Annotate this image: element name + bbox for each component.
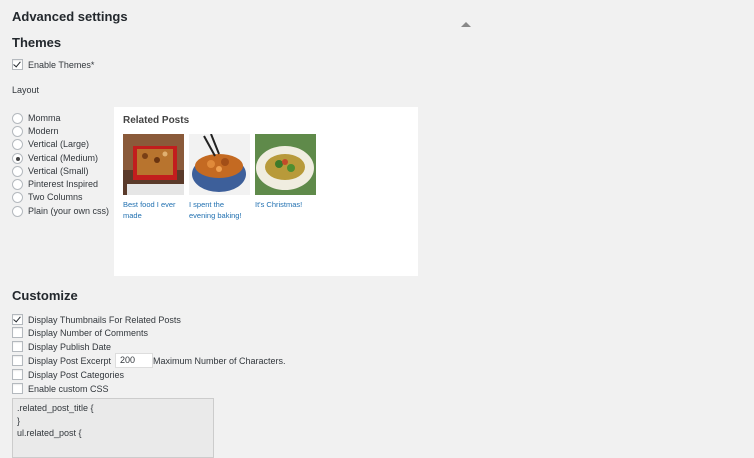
css-line: }	[17, 415, 21, 426]
display-comments-label: Display Number of Comments	[28, 328, 149, 338]
related-posts-preview: Related Posts Best food I ever made I sp…	[114, 107, 418, 276]
layout-radio-two-columns[interactable]	[12, 192, 23, 203]
layout-label-vertical-large: Vertical (Large)	[28, 139, 90, 149]
layout-radio-vertical-small[interactable]	[12, 166, 23, 177]
display-excerpt-checkbox[interactable]	[12, 355, 23, 366]
layout-radio-vertical-large[interactable]	[12, 139, 23, 150]
layout-radio-modern[interactable]	[12, 126, 23, 137]
layout-label-vertical-medium: Vertical (Medium)	[28, 153, 99, 163]
post-caption-1[interactable]: Best food I ever made	[123, 199, 185, 221]
enable-themes-checkbox[interactable]	[12, 59, 23, 70]
advanced-settings-heading: Advanced settings	[12, 9, 128, 24]
display-comments-checkbox[interactable]	[12, 327, 23, 338]
layout-radio-momma[interactable]	[12, 113, 23, 124]
custom-css-textarea[interactable]: .related_post_title { } ul.related_post …	[12, 398, 214, 458]
display-thumbnails-label: Display Thumbnails For Related Posts	[28, 315, 181, 325]
layout-label: Layout	[12, 85, 40, 95]
post-thumbnail-2[interactable]	[189, 134, 250, 195]
display-thumbnails-checkbox[interactable]	[12, 314, 23, 325]
preview-title: Related Posts	[123, 115, 190, 126]
enable-themes-label: Enable Themes*	[28, 60, 95, 70]
display-categories-label: Display Post Categories	[28, 370, 125, 380]
post-thumbnail-1[interactable]	[123, 134, 184, 195]
display-categories-checkbox[interactable]	[12, 369, 23, 380]
layout-radio-vertical-medium[interactable]	[12, 153, 23, 164]
css-line: .related_post_title {	[17, 403, 94, 413]
themes-heading: Themes	[12, 35, 62, 50]
layout-label-momma: Momma	[28, 113, 61, 123]
css-line: ul.related_post {	[17, 428, 82, 438]
layout-label-pinterest: Pinterest Inspired	[28, 179, 99, 189]
layout-radio-pinterest[interactable]	[12, 179, 23, 190]
layout-label-two-columns: Two Columns	[28, 192, 83, 202]
display-date-label: Display Publish Date	[28, 342, 112, 352]
customize-heading: Customize	[12, 288, 78, 303]
layout-label-vertical-small: Vertical (Small)	[28, 166, 89, 176]
post-caption-3[interactable]: It's Christmas!	[255, 199, 317, 210]
excerpt-length-input[interactable]: 200	[115, 353, 153, 368]
enable-custom-css-label: Enable custom CSS	[28, 384, 109, 394]
display-excerpt-label: Display Post Excerpt	[28, 356, 112, 366]
display-date-checkbox[interactable]	[12, 341, 23, 352]
layout-radio-plain[interactable]	[12, 206, 23, 217]
enable-custom-css-checkbox[interactable]	[12, 383, 23, 394]
post-caption-2[interactable]: I spent the evening baking!	[189, 199, 251, 221]
post-thumbnail-3[interactable]	[255, 134, 316, 195]
excerpt-length-suffix: Maximum Number of Characters.	[153, 356, 286, 366]
layout-label-modern: Modern	[28, 126, 59, 136]
layout-label-plain: Plain (your own css)	[28, 206, 110, 216]
collapse-arrow-icon[interactable]	[461, 22, 471, 27]
